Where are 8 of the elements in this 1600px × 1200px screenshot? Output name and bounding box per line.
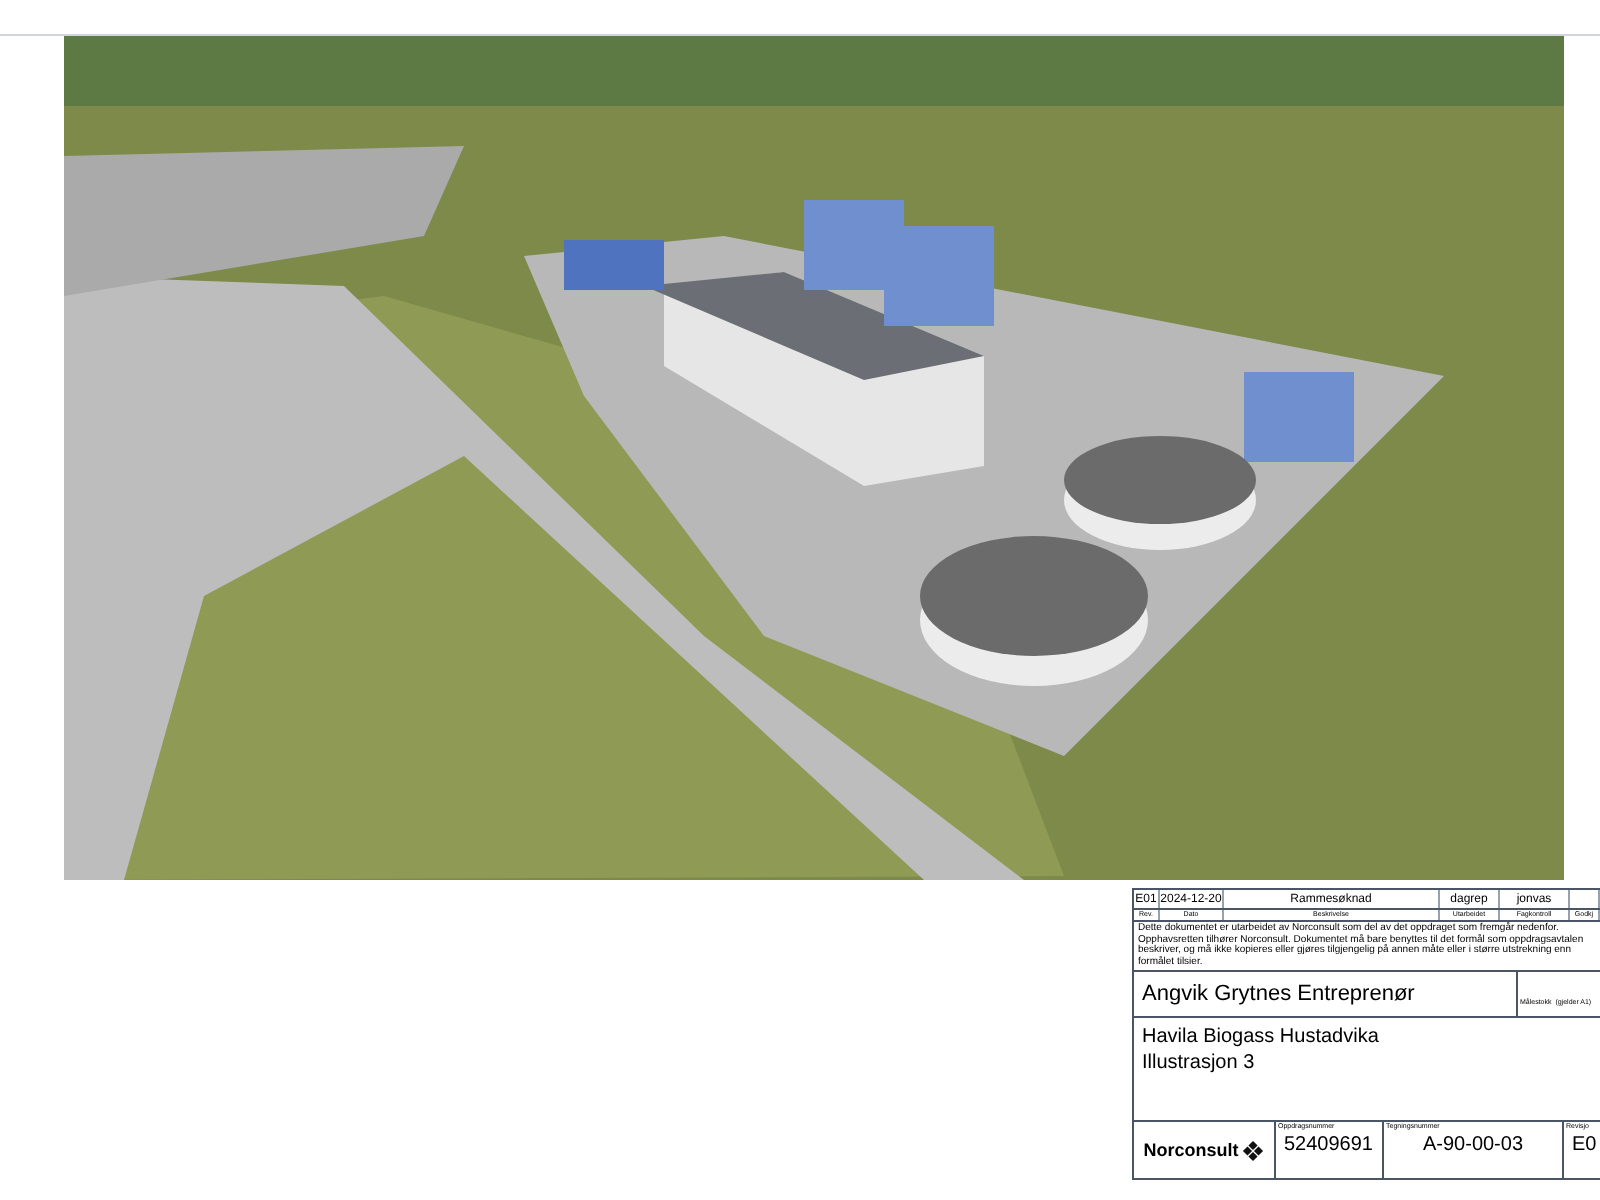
project-title: Illustrasjon 3 xyxy=(1142,1050,1257,1077)
field-value: A-90-00-03 xyxy=(1420,1132,1526,1157)
field-value: 52409691 xyxy=(1282,1132,1375,1157)
company-logo-text: Norconsult xyxy=(1143,1141,1239,1160)
field-value: E0 xyxy=(1570,1132,1598,1157)
client-name: Angvik Grytnes Entreprenør xyxy=(1142,983,1415,1006)
project-title: Havila Biogass Hustadvika xyxy=(1142,1024,1381,1051)
diamond-logo-icon xyxy=(1242,1139,1265,1162)
